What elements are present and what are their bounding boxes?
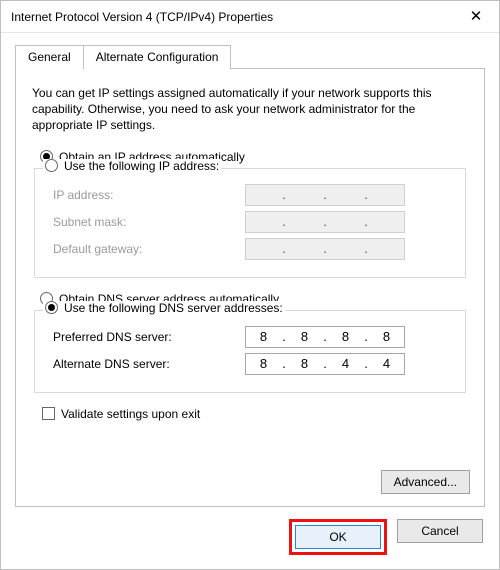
- group-ip-manual: Use the following IP address: IP address…: [34, 168, 466, 278]
- cancel-button[interactable]: Cancel: [397, 519, 483, 543]
- ip-octet[interactable]: 4: [334, 356, 358, 371]
- tab-strip: General Alternate Configuration: [15, 45, 485, 69]
- radio-icon: [45, 301, 58, 314]
- radio-use-following-dns[interactable]: Use the following DNS server addresses:: [43, 301, 285, 315]
- row-default-gateway: Default gateway: . . .: [45, 238, 455, 260]
- dot-icon: .: [363, 356, 369, 371]
- dot-icon: .: [363, 187, 369, 202]
- ip-octet[interactable]: 8: [334, 329, 358, 344]
- checkbox-validate-on-exit[interactable]: Validate settings upon exit: [42, 407, 468, 421]
- ipv4-properties-window: Internet Protocol Version 4 (TCP/IPv4) P…: [0, 0, 500, 570]
- row-subnet-mask: Subnet mask: . . .: [45, 211, 455, 233]
- dialog-buttons: OK Cancel: [15, 507, 485, 555]
- label-default-gateway: Default gateway:: [45, 242, 245, 256]
- checkbox-label: Validate settings upon exit: [61, 407, 200, 421]
- label-preferred-dns: Preferred DNS server:: [45, 330, 245, 344]
- input-alternate-dns[interactable]: 8. 8. 4. 4: [245, 353, 405, 375]
- dot-icon: .: [322, 329, 328, 344]
- client-area: General Alternate Configuration You can …: [1, 33, 499, 569]
- ip-octet[interactable]: 4: [375, 356, 399, 371]
- titlebar: Internet Protocol Version 4 (TCP/IPv4) P…: [1, 1, 499, 33]
- ip-octet[interactable]: 8: [375, 329, 399, 344]
- tab-general[interactable]: General: [15, 45, 84, 69]
- radio-icon: [45, 159, 58, 172]
- label-alternate-dns: Alternate DNS server:: [45, 357, 245, 371]
- label-subnet-mask: Subnet mask:: [45, 215, 245, 229]
- input-subnet-mask: . . .: [245, 211, 405, 233]
- close-icon[interactable]: ✕: [453, 1, 499, 33]
- dot-icon: .: [281, 356, 287, 371]
- ok-button[interactable]: OK: [295, 525, 381, 549]
- dot-icon: .: [363, 214, 369, 229]
- dot-icon: .: [363, 241, 369, 256]
- radio-label: Use the following IP address:: [64, 159, 219, 173]
- dot-icon: .: [281, 329, 287, 344]
- ip-octet[interactable]: 8: [293, 329, 317, 344]
- dot-icon: .: [322, 187, 328, 202]
- ok-highlight-box: OK: [289, 519, 387, 555]
- dot-icon: .: [322, 356, 328, 371]
- group-dns-manual: Use the following DNS server addresses: …: [34, 310, 466, 393]
- input-preferred-dns[interactable]: 8. 8. 8. 8: [245, 326, 405, 348]
- dot-icon: .: [322, 214, 328, 229]
- row-alternate-dns: Alternate DNS server: 8. 8. 4. 4: [45, 353, 455, 375]
- dot-icon: .: [322, 241, 328, 256]
- radio-label: Use the following DNS server addresses:: [64, 301, 283, 315]
- dot-icon: .: [281, 241, 287, 256]
- row-preferred-dns: Preferred DNS server: 8. 8. 8. 8: [45, 326, 455, 348]
- dot-icon: .: [281, 187, 287, 202]
- tab-panel-general: You can get IP settings assigned automat…: [15, 68, 485, 507]
- ip-octet[interactable]: 8: [252, 329, 276, 344]
- row-ip-address: IP address: . . .: [45, 184, 455, 206]
- advanced-button[interactable]: Advanced...: [381, 470, 470, 494]
- input-ip-address: . . .: [245, 184, 405, 206]
- dot-icon: .: [363, 329, 369, 344]
- label-ip-address: IP address:: [45, 188, 245, 202]
- intro-text: You can get IP settings assigned automat…: [32, 85, 468, 134]
- ip-octet[interactable]: 8: [252, 356, 276, 371]
- window-title: Internet Protocol Version 4 (TCP/IPv4) P…: [11, 10, 453, 24]
- input-default-gateway: . . .: [245, 238, 405, 260]
- radio-use-following-ip[interactable]: Use the following IP address:: [43, 159, 221, 173]
- ip-octet[interactable]: 8: [293, 356, 317, 371]
- dot-icon: .: [281, 214, 287, 229]
- checkbox-icon: [42, 407, 55, 420]
- tab-alternate-configuration[interactable]: Alternate Configuration: [83, 45, 232, 69]
